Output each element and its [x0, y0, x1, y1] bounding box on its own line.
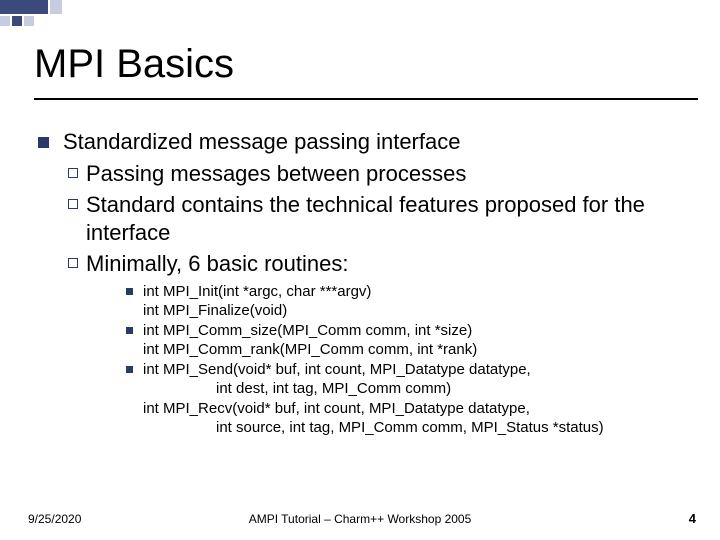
- level1-text: Standardized message passing interface: [63, 128, 698, 156]
- slide: MPI Basics Standardized message passing …: [0, 0, 720, 540]
- small-square-bullet-icon: [126, 366, 133, 373]
- bullet-level2: Passing messages between processes: [68, 160, 698, 188]
- bullet-level1: Standardized message passing interface: [38, 128, 698, 156]
- slide-body: Standardized message passing interface P…: [38, 128, 698, 438]
- level3-deep-indent: int source, int tag, MPI_Comm comm, MPI_…: [216, 418, 698, 438]
- bullet-level3: int MPI_Send(void* buf, int count, MPI_D…: [126, 360, 698, 380]
- level3-deep-indent: int dest, int tag, MPI_Comm comm): [216, 379, 698, 399]
- level2-text: Standard contains the technical features…: [86, 191, 698, 246]
- accent-decor: [0, 0, 120, 22]
- open-square-bullet-icon: [68, 199, 78, 209]
- level3-text: int MPI_Send(void* buf, int count, MPI_D…: [143, 360, 698, 380]
- level3-text: int MPI_Comm_size(MPI_Comm comm, int *si…: [143, 321, 698, 341]
- square-bullet-icon: [38, 137, 49, 148]
- level3-text: int MPI_Init(int *argc, char ***argv): [143, 282, 698, 302]
- level3-continuation: int MPI_Recv(void* buf, int count, MPI_D…: [143, 399, 698, 419]
- level3-continuation: int MPI_Finalize(void): [143, 301, 698, 321]
- bullet-level3: int MPI_Comm_size(MPI_Comm comm, int *si…: [126, 321, 698, 341]
- bullet-level2: Standard contains the technical features…: [68, 191, 698, 246]
- level3-continuation: int MPI_Comm_rank(MPI_Comm comm, int *ra…: [143, 340, 698, 360]
- level3-block: int MPI_Init(int *argc, char ***argv) in…: [126, 282, 698, 438]
- level2-text: Minimally, 6 basic routines:: [86, 250, 698, 278]
- title-rule: [34, 98, 698, 100]
- small-square-bullet-icon: [126, 327, 133, 334]
- open-square-bullet-icon: [68, 258, 78, 268]
- bullet-level3: int MPI_Init(int *argc, char ***argv): [126, 282, 698, 302]
- level2-text: Passing messages between processes: [86, 160, 698, 188]
- footer-page-number: 4: [689, 511, 696, 526]
- open-square-bullet-icon: [68, 168, 78, 178]
- footer-center: AMPI Tutorial – Charm++ Workshop 2005: [0, 512, 720, 526]
- bullet-level2: Minimally, 6 basic routines:: [68, 250, 698, 278]
- small-square-bullet-icon: [126, 288, 133, 295]
- slide-title: MPI Basics: [34, 42, 234, 87]
